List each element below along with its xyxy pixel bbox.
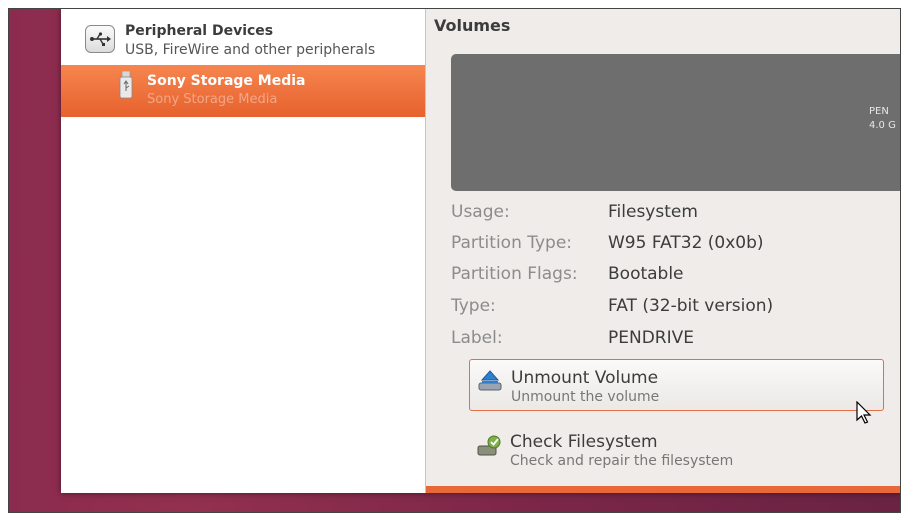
sidebar-item-peripheral-devices[interactable]: Peripheral Devices USB, FireWire and oth… bbox=[61, 9, 425, 60]
partition-flags-label: Partition Flags: bbox=[451, 264, 578, 284]
usb-hub-icon bbox=[85, 25, 115, 53]
sidebar-item-subtitle: USB, FireWire and other peripherals bbox=[125, 42, 376, 58]
sidebar-item-title: Sony Storage Media bbox=[147, 73, 306, 89]
device-sidebar[interactable]: Peripheral Devices USB, FireWire and oth… bbox=[61, 9, 426, 493]
eject-icon bbox=[478, 370, 504, 396]
label-value: PENDRIVE bbox=[608, 328, 694, 348]
usage-value: Filesystem bbox=[608, 202, 698, 222]
action-title: Unmount Volume bbox=[511, 368, 659, 388]
partition-flags-value: Bootable bbox=[608, 264, 684, 284]
section-title: Volumes bbox=[434, 16, 511, 35]
mouse-pointer-icon bbox=[856, 400, 874, 429]
check-filesystem-button[interactable]: Check Filesystem Check and repair the fi… bbox=[469, 424, 884, 476]
usb-drive-icon bbox=[119, 70, 133, 103]
volume-size: 4.0 G bbox=[869, 120, 896, 131]
volume-details-panel: Volumes PEN 4.0 G Usage: Filesystem Part… bbox=[426, 9, 900, 493]
type-value: FAT (32-bit version) bbox=[608, 296, 774, 316]
action-subtitle: Check and repair the filesystem bbox=[510, 453, 734, 469]
bottom-highlight-strip bbox=[426, 486, 900, 493]
usage-label: Usage: bbox=[451, 202, 510, 222]
sidebar-item-sony-storage-media[interactable]: Sony Storage Media Sony Storage Media bbox=[61, 65, 425, 117]
label-label: Label: bbox=[451, 328, 503, 348]
disk-utility-window: Peripheral Devices USB, FireWire and oth… bbox=[61, 9, 900, 493]
partition-type-label: Partition Type: bbox=[451, 233, 573, 253]
type-label: Type: bbox=[451, 296, 496, 316]
volume-partition-block[interactable]: PEN 4.0 G bbox=[451, 54, 900, 191]
sidebar-item-title: Peripheral Devices bbox=[125, 23, 274, 39]
action-subtitle: Unmount the volume bbox=[511, 389, 660, 405]
volume-name: PEN bbox=[869, 106, 889, 117]
check-filesystem-icon bbox=[477, 434, 503, 462]
partition-type-value: W95 FAT32 (0x0b) bbox=[608, 233, 764, 253]
desktop-background: Peripheral Devices USB, FireWire and oth… bbox=[8, 8, 901, 513]
sidebar-item-subtitle: Sony Storage Media bbox=[147, 92, 278, 107]
action-title: Check Filesystem bbox=[510, 432, 658, 452]
unmount-volume-button[interactable]: Unmount Volume Unmount the volume bbox=[469, 359, 884, 411]
